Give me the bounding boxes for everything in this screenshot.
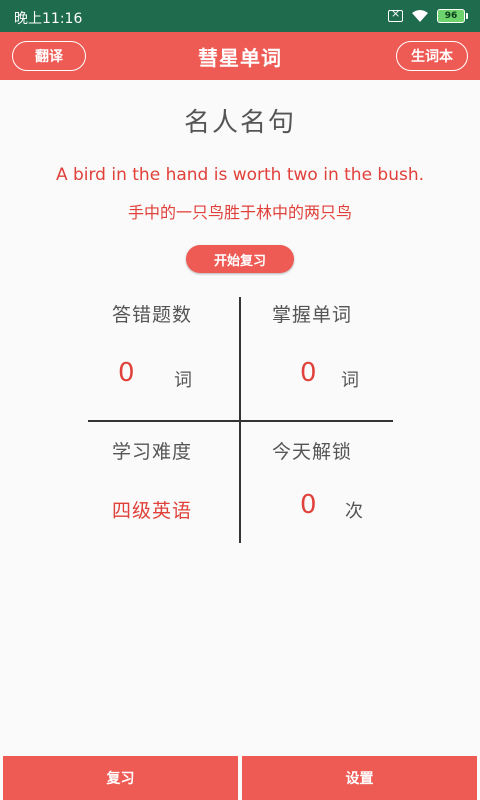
nav-settings-button[interactable]: 设置 — [242, 756, 477, 800]
wrong-count-value: 0 — [118, 358, 135, 388]
bottom-nav: 复习 设置 — [0, 756, 480, 800]
unlock-today-label: 今天解锁 — [272, 441, 353, 463]
status-icons: 96 — [388, 7, 468, 25]
battery-icon: 96 — [437, 9, 468, 23]
vocab-book-button[interactable]: 生词本 — [396, 41, 468, 71]
mastered-words-unit: 词 — [341, 370, 359, 391]
quote-chinese: 手中的一只鸟胜于林中的两只鸟 — [127, 203, 352, 222]
nav-review-button[interactable]: 复习 — [3, 756, 238, 800]
app-bar: 翻译 彗星单词 生词本 — [0, 32, 480, 80]
mastered-words-label: 掌握单词 — [272, 304, 353, 326]
mastered-words-value: 0 — [300, 358, 317, 388]
no-sim-icon — [388, 7, 403, 22]
grid-horizontal-divider — [88, 420, 393, 422]
unlock-today-unit: 次 — [345, 501, 363, 522]
wifi-icon — [412, 10, 428, 22]
status-bar: 晚上11:16 96 — [0, 0, 480, 32]
difficulty-value: 四级英语 — [112, 500, 193, 522]
section-title: 名人名句 — [183, 108, 296, 138]
quote-english: A bird in the hand is worth two in the b… — [55, 165, 425, 185]
unlock-today-value: 0 — [300, 490, 317, 520]
wrong-count-label: 答错题数 — [112, 304, 193, 326]
difficulty-label: 学习难度 — [112, 441, 193, 463]
wrong-count-unit: 词 — [174, 370, 192, 391]
battery-level: 96 — [437, 9, 465, 23]
start-review-button[interactable]: 开始复习 — [186, 245, 294, 273]
status-time: 晚上11:16 — [14, 11, 83, 27]
